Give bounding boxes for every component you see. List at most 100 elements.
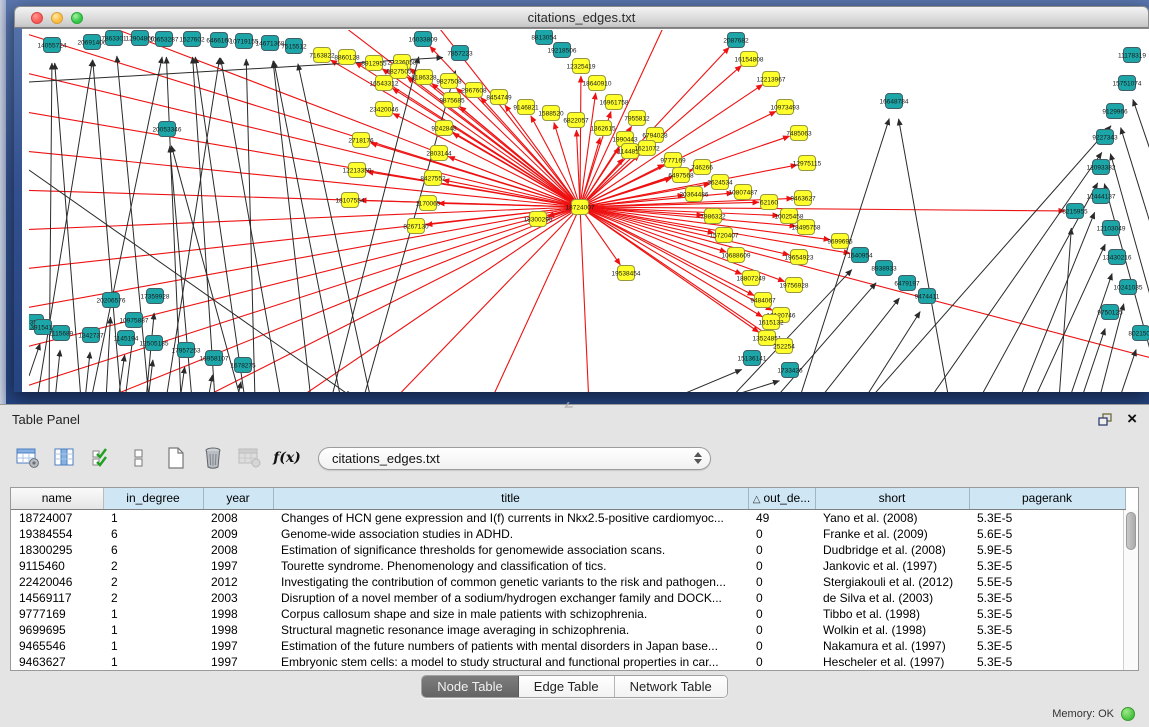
cell-in_degree[interactable]: 2 xyxy=(103,574,203,590)
cell-out_degree[interactable]: 0 xyxy=(748,558,815,574)
cell-short[interactable]: Dudbridge et al. (2008) xyxy=(815,542,969,558)
cell-year[interactable]: 1998 xyxy=(203,622,273,638)
graph-node[interactable]: 9484067 xyxy=(750,293,776,308)
graph-node[interactable]: 1733426 xyxy=(777,363,803,378)
cell-name[interactable]: 9115460 xyxy=(11,558,103,574)
graph-node[interactable]: 16154808 xyxy=(735,52,764,67)
graph-node[interactable]: 1342737 xyxy=(78,328,104,343)
close-window-button[interactable] xyxy=(31,12,43,24)
graph-node[interactable]: 18107554 xyxy=(336,193,365,208)
column-header-year[interactable]: year xyxy=(203,488,273,509)
cell-pagerank[interactable]: 5.3E-5 xyxy=(969,606,1125,622)
cell-name[interactable]: 18724007 xyxy=(11,509,103,526)
close-panel-icon[interactable]: × xyxy=(1127,412,1137,426)
graph-node[interactable]: 19218506 xyxy=(548,43,577,58)
cell-short[interactable]: Jankovic et al. (1997) xyxy=(815,558,969,574)
cell-in_degree[interactable]: 2 xyxy=(103,558,203,574)
graph-node[interactable]: 12103049 xyxy=(1097,221,1126,236)
cell-year[interactable]: 1997 xyxy=(203,654,273,670)
graph-node[interactable]: 10807487 xyxy=(729,185,758,200)
cell-pagerank[interactable]: 5.3E-5 xyxy=(969,654,1125,670)
table-row[interactable]: 1872400712008Changes of HCN gene express… xyxy=(11,509,1125,526)
table-row[interactable]: 977716911998Corpus callosum shape and si… xyxy=(11,606,1125,622)
graph-node[interactable]: 12325419 xyxy=(567,59,596,74)
column-header-title[interactable]: title xyxy=(273,488,748,509)
left-splitter[interactable] xyxy=(0,0,6,404)
cell-name[interactable]: 9777169 xyxy=(11,606,103,622)
cell-short[interactable]: Hescheler et al. (1997) xyxy=(815,654,969,670)
cell-title[interactable]: Changes of HCN gene expression and I(f) … xyxy=(273,509,748,526)
cell-title[interactable]: Embryonic stem cells: a model to study s… xyxy=(273,654,748,670)
graph-node[interactable]: 12213967 xyxy=(757,72,786,87)
cell-short[interactable]: de Silva et al. (2003) xyxy=(815,590,969,606)
graph-node[interactable]: 14055724 xyxy=(38,38,67,53)
graph-node[interactable]: 8215955 xyxy=(1062,204,1088,219)
graph-node[interactable]: 17957253 xyxy=(172,343,201,358)
column-header-short[interactable]: short xyxy=(815,488,969,509)
column-header-in_degree[interactable]: in_degree xyxy=(103,488,203,509)
graph-node[interactable]: 6466160 xyxy=(206,33,232,48)
cell-short[interactable]: Wolkin et al. (1998) xyxy=(815,622,969,638)
graph-node[interactable]: 1362615 xyxy=(590,121,616,136)
graph-node[interactable]: 10719155 xyxy=(230,34,259,49)
graph-node[interactable]: 7955812 xyxy=(624,111,650,126)
graph-node[interactable]: 20206576 xyxy=(97,293,126,308)
graph-node[interactable]: 7986322 xyxy=(700,209,726,224)
tab-node-table[interactable]: Node Table xyxy=(422,676,519,697)
column-header-pagerank[interactable]: pagerank xyxy=(969,488,1125,509)
graph-node[interactable]: 7863301 xyxy=(101,31,127,46)
graph-node[interactable]: 18640910 xyxy=(583,76,612,91)
graph-node[interactable]: 1678275 xyxy=(230,358,256,373)
graph-node[interactable]: 1527602 xyxy=(179,32,205,47)
cell-title[interactable]: Estimation of the future numbers of pati… xyxy=(273,638,748,654)
table-row[interactable]: 946362711997Embryonic stem cells: a mode… xyxy=(11,654,1125,670)
zoom-window-button[interactable] xyxy=(71,12,83,24)
graph-node[interactable]: 252254 xyxy=(773,339,795,354)
network-window-titlebar[interactable]: citations_edges.txt xyxy=(14,6,1149,28)
cell-in_degree[interactable]: 6 xyxy=(103,526,203,542)
cell-pagerank[interactable]: 5.3E-5 xyxy=(969,622,1125,638)
graph-node[interactable]: 12093382 xyxy=(1087,160,1116,175)
graph-node[interactable]: 62160 xyxy=(760,195,778,210)
cell-short[interactable]: Stergiakouli et al. (2012) xyxy=(815,574,969,590)
graph-node[interactable]: 16648784 xyxy=(880,94,909,109)
cell-title[interactable]: Tourette syndrome. Phenomenology and cla… xyxy=(273,558,748,574)
graph-node[interactable]: 8267130 xyxy=(403,219,429,234)
graph-node[interactable]: 2803144 xyxy=(426,146,452,161)
cell-year[interactable]: 1997 xyxy=(203,558,273,574)
cell-pagerank[interactable]: 5.3E-5 xyxy=(969,509,1125,526)
cell-in_degree[interactable]: 1 xyxy=(103,606,203,622)
cell-pagerank[interactable]: 5.5E-5 xyxy=(969,574,1125,590)
graph-node[interactable]: 11178319 xyxy=(1118,48,1146,63)
cell-out_degree[interactable]: 0 xyxy=(748,542,815,558)
graph-node[interactable]: 9750125 xyxy=(1097,305,1123,320)
cell-year[interactable]: 2003 xyxy=(203,590,273,606)
table-selector-dropdown[interactable]: citations_edges.txt xyxy=(318,447,711,470)
cell-out_degree[interactable]: 0 xyxy=(748,526,815,542)
table-mode-icon[interactable] xyxy=(14,444,42,472)
cell-pagerank[interactable]: 5.3E-5 xyxy=(969,638,1125,654)
graph-node[interactable]: 16033809 xyxy=(409,32,438,47)
graph-node[interactable]: 8912955 xyxy=(361,56,387,71)
table-vertical-scrollbar[interactable] xyxy=(1123,510,1138,670)
table-row[interactable]: 911546021997Tourette syndrome. Phenomeno… xyxy=(11,558,1125,574)
cell-title[interactable]: Investigating the contribution of common… xyxy=(273,574,748,590)
cell-name[interactable]: 14569117 xyxy=(11,590,103,606)
graph-node[interactable]: 7485063 xyxy=(786,126,812,141)
cell-name[interactable]: 9699695 xyxy=(11,622,103,638)
table-row[interactable]: 1938455462009Genome-wide association stu… xyxy=(11,526,1125,542)
cell-year[interactable]: 2009 xyxy=(203,526,273,542)
scrollbar-thumb[interactable] xyxy=(1126,512,1136,550)
graph-node[interactable]: 12975115 xyxy=(793,156,822,171)
table-row[interactable]: 2242004622012Investigating the contribut… xyxy=(11,574,1125,590)
cell-in_degree[interactable]: 1 xyxy=(103,654,203,670)
graph-node[interactable]: 3624534 xyxy=(707,175,733,190)
cell-pagerank[interactable]: 5.6E-5 xyxy=(969,526,1125,542)
graph-node[interactable]: 2087682 xyxy=(723,33,749,48)
graph-node[interactable]: 15751074 xyxy=(1113,76,1142,91)
graph-node[interactable]: 9827508 xyxy=(436,74,462,89)
column-header-out_degree[interactable]: △out_de... xyxy=(748,488,815,509)
cell-short[interactable]: Yano et al. (2008) xyxy=(815,509,969,526)
cell-out_degree[interactable]: 0 xyxy=(748,574,815,590)
graph-node[interactable]: 9777169 xyxy=(660,153,686,168)
